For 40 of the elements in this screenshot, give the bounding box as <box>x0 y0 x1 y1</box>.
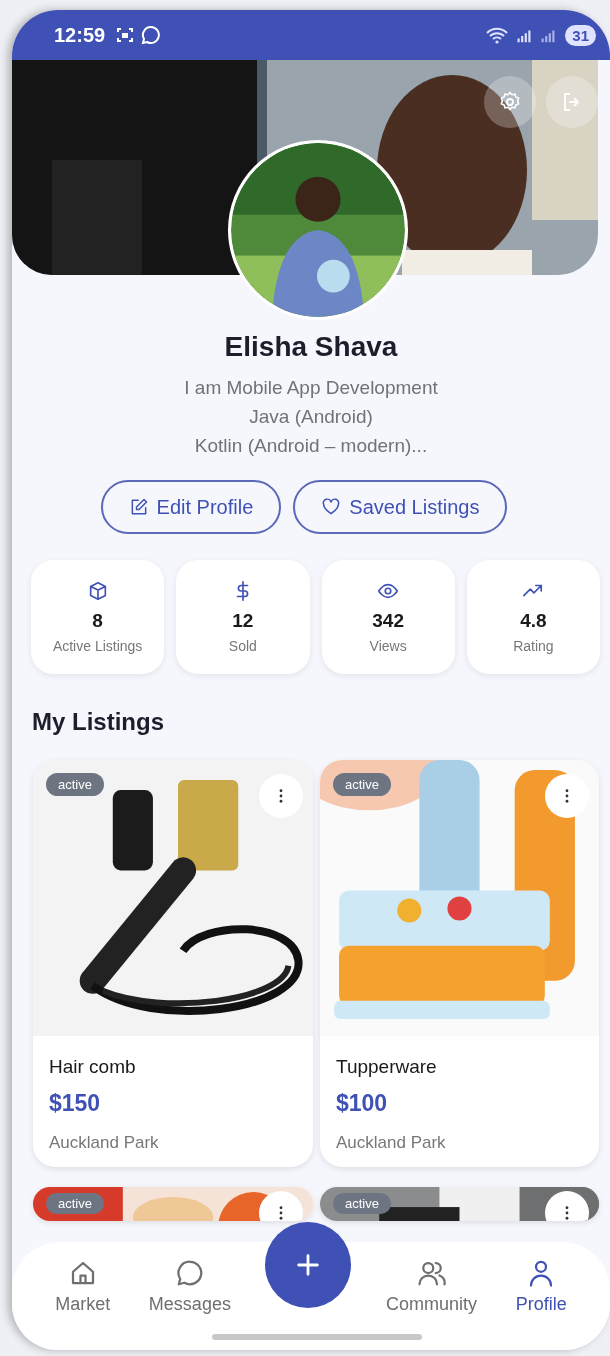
bio-line: I am Mobile App Development <box>183 376 439 400</box>
stat-label: Rating <box>513 638 554 654</box>
nav-tab[interactable]: Messages <box>144 1252 235 1321</box>
wifi-icon <box>485 25 510 45</box>
chat-bubble-icon <box>141 25 162 45</box>
heart-icon <box>321 497 342 517</box>
clock: 12:59 <box>54 23 106 47</box>
listing-title: Hair comb <box>49 1056 137 1078</box>
status-badge: active <box>333 773 391 796</box>
nav-tab[interactable]: Profile <box>511 1252 571 1321</box>
screenshot-icon <box>115 25 136 45</box>
bio-line: Java (Android) <box>248 405 374 429</box>
chat-bubble-icon <box>174 1258 205 1288</box>
listing-price: $150 <box>49 1090 102 1117</box>
stat-value: 8 <box>92 610 103 632</box>
stat-value: 342 <box>372 610 404 632</box>
listing-card[interactable]: active <box>320 1187 599 1221</box>
listing-location: Auckland Park <box>336 1133 447 1153</box>
bio-line: Kotlin (Android – modern)... <box>193 434 429 458</box>
stat-value: 4.8 <box>520 610 547 632</box>
listing-price: $100 <box>336 1090 389 1117</box>
profile-name: Elisha Shava <box>223 331 399 363</box>
listing-location: Auckland Park <box>49 1133 160 1153</box>
stat-label: Views <box>369 638 407 654</box>
section-title: My Listings <box>32 708 165 736</box>
status-badge: active <box>46 773 104 796</box>
status-badge: active <box>46 1193 104 1214</box>
listing-title: Tupperware <box>336 1056 438 1078</box>
saved-listings-button[interactable]: Saved Listings <box>293 480 508 534</box>
listing-card[interactable]: active Hair comb $150 Auckland Park <box>33 760 313 1167</box>
stat-value: 12 <box>232 610 254 632</box>
nav-tab[interactable]: Community <box>382 1252 482 1321</box>
listing-card[interactable]: active Tupperware $100 Auckland Park <box>320 760 599 1167</box>
edit-profile-button[interactable]: Edit Profile <box>100 480 282 534</box>
listing-card[interactable]: active <box>33 1187 313 1221</box>
status-badge: active <box>333 1193 391 1214</box>
nav-tab[interactable]: Market <box>51 1252 115 1321</box>
battery-indicator: 31 <box>565 24 596 46</box>
stat-label: Sold <box>228 638 257 654</box>
stat-label: Active Listings <box>52 638 143 654</box>
